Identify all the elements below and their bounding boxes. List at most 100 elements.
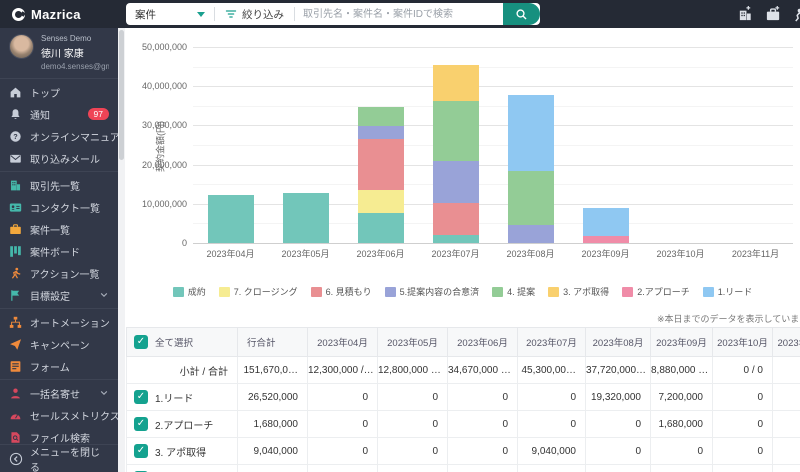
add-account-button[interactable] — [737, 5, 754, 22]
legend-item[interactable]: 成約 — [173, 285, 206, 298]
legend-item[interactable]: 3. アポ取得 — [548, 285, 609, 298]
legend-item[interactable]: 2.アプローチ — [622, 285, 690, 298]
row-checkbox[interactable]: ✓ — [134, 390, 148, 404]
bar-segment[interactable] — [208, 195, 254, 243]
legend-label: 3. アポ取得 — [563, 285, 609, 298]
add-deal-button[interactable] — [765, 5, 782, 22]
close-menu-button[interactable]: メニューを閉じる — [0, 444, 118, 472]
bar-segment[interactable] — [583, 236, 629, 243]
sidebar-item-label: 通知 — [30, 107, 50, 122]
bar-segment[interactable] — [358, 190, 404, 213]
legend-label: 7. クロージング — [234, 285, 298, 298]
bar-segment[interactable] — [358, 213, 404, 243]
filter-icon — [225, 8, 237, 20]
legend-swatch — [173, 287, 184, 297]
value-cell: 0 — [518, 411, 586, 438]
legend-label: 5.提案内容の合意済 — [400, 285, 480, 298]
legend-swatch — [622, 287, 633, 297]
bar-segment[interactable] — [433, 65, 479, 100]
stage-label: 1.リード — [155, 390, 193, 405]
bar-segment[interactable] — [433, 235, 479, 243]
subtotal-value-cell: 151,670,0… — [238, 357, 308, 384]
sidebar-item-home[interactable]: トップ — [0, 81, 118, 103]
value-cell: 0 — [378, 384, 448, 411]
sidebar-item-flag[interactable]: 目標設定 — [0, 284, 118, 306]
sidebar-item-sitemap[interactable]: オートメーション — [0, 311, 118, 333]
app-logo[interactable]: Mazrica — [12, 0, 81, 28]
value-cell: 0 — [378, 465, 448, 472]
legend-item[interactable]: 1.リード — [703, 285, 753, 298]
stage-label-cell: ✓ 1.リード — [127, 384, 238, 411]
bar-segment[interactable] — [508, 225, 554, 243]
sidebar-item-label: 取り込みメール — [30, 151, 100, 166]
bar-segment[interactable] — [358, 107, 404, 126]
sidebar-item-briefcase[interactable]: 案件一覧 — [0, 218, 118, 240]
row-checkbox[interactable]: ✓ — [134, 417, 148, 431]
value-cell: 13,720,000 — [586, 465, 651, 472]
filter-button[interactable]: 絞り込み — [215, 3, 294, 25]
legend-item[interactable]: 4. 提案 — [492, 285, 535, 298]
sidebar-item-metrics[interactable]: セールスメトリクス — [0, 404, 118, 426]
sidebar-item-building[interactable]: 取引先一覧 — [0, 174, 118, 196]
add-action-button[interactable] — [792, 5, 800, 22]
legend-item[interactable]: 6. 見積もり — [311, 285, 372, 298]
select-all-header-cell: ✓ 全て選択 — [127, 328, 238, 357]
column-header: 2023年04月 — [308, 328, 378, 357]
legend-item[interactable]: 5.提案内容の合意済 — [385, 285, 480, 298]
select-all-label: 全て選択 — [155, 335, 193, 349]
bar-segment[interactable] — [358, 126, 404, 139]
legend-item[interactable]: 7. クロージング — [219, 285, 298, 298]
content-scrollbar[interactable] — [118, 28, 125, 472]
bar-segment[interactable] — [583, 208, 629, 236]
y-tick-label: 0 — [125, 238, 187, 248]
sidebar-item-form[interactable]: フォーム — [0, 355, 118, 377]
bar-segment[interactable] — [433, 101, 479, 161]
sidebar-item-label: トップ — [30, 85, 60, 100]
row-checkbox[interactable]: ✓ — [134, 444, 148, 458]
global-search-input[interactable] — [295, 3, 503, 25]
value-cell: 1,680,000 — [651, 411, 713, 438]
sidebar-item-bell[interactable]: 通知97 — [0, 103, 118, 125]
stage-label-cell: ✓4. 提案 — [127, 465, 238, 472]
stage-label: 2.アプローチ — [155, 417, 213, 432]
home-icon — [9, 86, 22, 99]
search-icon — [515, 8, 528, 21]
sidebar-item-idcard[interactable]: コンタクト一覧 — [0, 196, 118, 218]
bar-segment[interactable] — [283, 193, 329, 243]
sidebar-item-envelope[interactable]: 取り込みメール — [0, 147, 118, 169]
legend-swatch — [703, 287, 714, 297]
user-email: demo4.senses@gmai… — [41, 62, 109, 71]
sidebar-item-question[interactable]: ?オンラインマニュアル — [0, 125, 118, 147]
bar-segment[interactable] — [508, 171, 554, 225]
search-submit-button[interactable] — [503, 3, 540, 25]
value-cell: 0 — [518, 384, 586, 411]
bar-segment[interactable] — [433, 161, 479, 203]
sidebar-item-person[interactable]: 一括名寄せ — [0, 382, 118, 404]
x-tick-label: 2023年08月 — [493, 247, 568, 260]
value-cell: 19,320,000 — [586, 384, 651, 411]
sidebar-item-label: セールスメトリクス — [30, 408, 118, 423]
sidebar-item-filesearch[interactable]: ファイル検索 — [0, 426, 118, 444]
sidebar-item-kanban[interactable]: 案件ボード — [0, 240, 118, 262]
sidebar-item-label: 目標設定 — [30, 288, 70, 303]
bar-segment[interactable] — [358, 139, 404, 190]
divider — [0, 308, 118, 309]
bar-segment[interactable] — [508, 95, 554, 171]
stage-label-cell: ✓ 2.アプローチ — [127, 411, 238, 438]
add-action-icon — [792, 5, 800, 22]
subtotal-value-cell: 0 / 0 — [713, 357, 773, 384]
sidebar-item-label: コンタクト一覧 — [30, 200, 100, 215]
bar-segment[interactable] — [433, 203, 479, 235]
entity-type-dropdown[interactable]: 案件 — [126, 3, 214, 25]
sidebar-item-paperplane[interactable]: キャンペーン — [0, 333, 118, 355]
select-all-checkbox[interactable]: ✓ — [134, 335, 148, 349]
chart-legend: 成約 7. クロージング 6. 見積もり 5.提案内容の合意済 4. 提案 3. アポ取得… — [125, 285, 800, 298]
x-tick-label: 2023年06月 — [343, 247, 418, 260]
user-profile[interactable]: Senses Demo 徳川 家康 demo4.senses@gmai… — [0, 28, 118, 76]
table-row: ✓2.アプローチ1,680,000000001,680,0000 — [127, 411, 800, 438]
y-tick-label: 10,000,000 — [125, 199, 187, 209]
scrollbar-thumb[interactable] — [119, 30, 124, 160]
filter-button-label: 絞り込み — [242, 7, 284, 22]
sidebar-item-runner[interactable]: アクション一覧 — [0, 262, 118, 284]
mazrica-logo-icon — [12, 8, 25, 21]
